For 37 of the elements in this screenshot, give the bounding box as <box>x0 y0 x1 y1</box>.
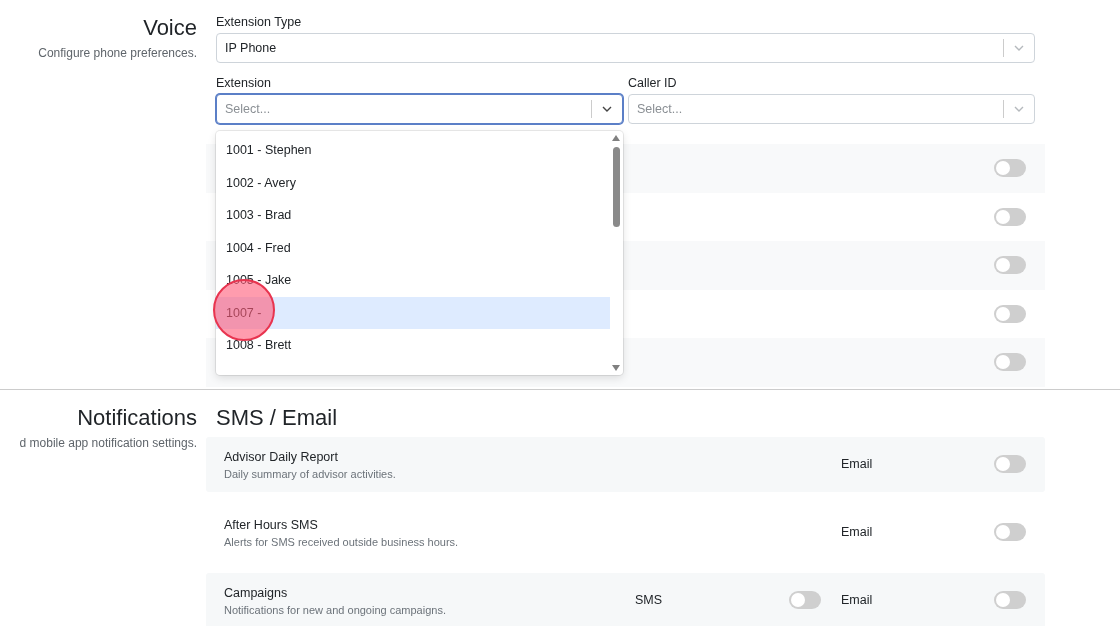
notification-description: Notifications for new and ongoing campaigns. <box>224 604 447 616</box>
caller-id-select[interactable]: Select... <box>628 94 1035 124</box>
subsection-heading: SMS / Email <box>216 403 339 432</box>
extension-select[interactable]: Select... <box>216 94 623 124</box>
dropdown-option[interactable]: 1002 - Avery <box>216 166 610 199</box>
channel-label: Email <box>841 525 873 539</box>
dropdown-option[interactable]: 1008 - Brett <box>216 329 610 362</box>
toggle-switch[interactable] <box>994 304 1026 323</box>
notification-name: Campaigns <box>224 585 289 602</box>
notification-description: Alerts for SMS received outside business hours. <box>224 536 460 548</box>
toggle-switch[interactable] <box>994 455 1026 473</box>
caller-id-input[interactable]: Select... <box>637 102 1003 116</box>
channel-label: Email <box>841 457 873 471</box>
toggle-switch[interactable] <box>994 353 1026 372</box>
dropdown-option[interactable]: 1004 - Fred <box>216 231 610 264</box>
toggle-switch[interactable] <box>994 207 1026 226</box>
field-label: Caller ID <box>628 75 678 91</box>
field-label: Extension <box>216 75 272 91</box>
toggle-switch[interactable] <box>994 256 1026 275</box>
notification-description: Daily summary of advisor activities. <box>224 468 397 480</box>
notification-name: Advisor Daily Report <box>224 449 339 466</box>
section-description: Configure phone preferences. <box>38 46 197 60</box>
extension-input[interactable]: Select... <box>225 102 591 116</box>
section-title: Notifications <box>77 403 197 432</box>
dropdown-option[interactable]: 1001 - Stephen <box>216 134 610 167</box>
toggle-switch[interactable] <box>789 591 821 609</box>
toggle-switch[interactable] <box>994 523 1026 541</box>
channel-label: SMS <box>635 593 663 607</box>
toggle-switch[interactable] <box>994 159 1026 178</box>
extension-type-select[interactable]: IP Phone <box>216 33 1035 63</box>
toggle-switch[interactable] <box>994 591 1026 609</box>
field-label: Extension Type <box>216 14 303 30</box>
section-description: d mobile app notification settings. <box>19 435 197 450</box>
section-title: Voice <box>143 14 197 42</box>
channel-label: Email <box>841 593 873 607</box>
dropdown-option[interactable]: 1003 - Brad <box>216 199 610 232</box>
notification-name: After Hours SMS <box>224 517 319 534</box>
